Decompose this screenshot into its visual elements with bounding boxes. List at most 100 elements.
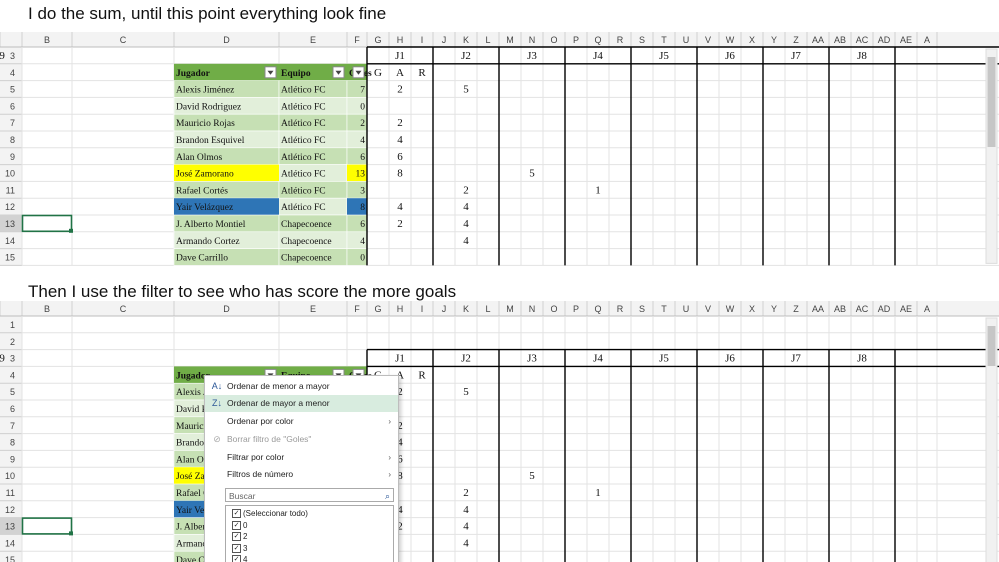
column-header-v: V [705, 35, 711, 45]
filter-menu-item-1[interactable]: A↓ Ordenar de menor a mayor [205, 378, 398, 395]
column-header-p: P [573, 304, 579, 314]
row-header-4: 4 [10, 370, 15, 380]
column-header-q: Q [594, 35, 601, 45]
player-name: Rafael Cortés [176, 185, 228, 196]
player-goals: 2 [360, 119, 365, 129]
column-header-o: O [550, 304, 557, 314]
score-g: 4 [397, 201, 403, 213]
player-team: Atlético FC [281, 86, 326, 96]
column-header-k: K [463, 304, 469, 314]
score-g: 2 [397, 117, 403, 129]
search-icon: ⌕ [384, 491, 390, 501]
column-header-t: T [661, 35, 667, 45]
column-header-ac: AC [856, 35, 869, 45]
column-header-b: B [44, 35, 50, 45]
player-name: David Rodriguez [176, 102, 241, 112]
row-header-14: 14 [5, 236, 15, 246]
player-goals: 13 [356, 170, 366, 180]
score-g: 2 [397, 84, 403, 96]
player-goals: 4 [360, 237, 365, 247]
row-header-12: 12 [5, 202, 15, 212]
table-header-equipo: Equipo [281, 69, 311, 79]
filter-checkbox-item[interactable]: ✓ (Seleccionar todo) [232, 508, 308, 519]
player-name: J. Alberto Montiel [176, 220, 246, 230]
player-goals: 6 [360, 220, 365, 230]
score-j2: 2 [463, 184, 469, 196]
column-header-c: C [120, 304, 127, 314]
player-team: Chapecoence [281, 254, 332, 264]
row-header-14: 14 [5, 538, 15, 548]
column-header-q: Q [594, 304, 601, 314]
score-j2: 4 [463, 504, 469, 516]
filter-menu-item-4[interactable]: ⊘ Borrar filtro de "Goles" [205, 431, 398, 448]
player-goals: 0 [360, 102, 365, 112]
row-header-10: 10 [5, 471, 15, 481]
chevron-right-icon: › [388, 453, 391, 462]
caption-top: I do the sum, until this point everythin… [28, 4, 387, 23]
column-header-c: C [120, 35, 127, 45]
spreadsheet-bottom: B C D E F G H I J K L M N O P Q R S T U V W X Y Z AA AB AC AD AE A 1 2 3 4… [0, 301, 999, 562]
row-header-5: 5 [10, 387, 15, 397]
score-g: 6 [397, 151, 403, 163]
filter-value-list: ✓ (Seleccionar todo) ✓ 0 ✓ 2 ✓ 3 ✓ 4 [225, 505, 394, 562]
jornada-header-9: J9 [0, 353, 5, 365]
filter-menu-item-5[interactable]: Filtrar por color › [205, 449, 398, 466]
checkbox-checked-icon: ✓ [232, 543, 241, 553]
filter-checkbox-label: 3 [243, 543, 248, 553]
filter-menu-item-6[interactable]: Filtros de número › [205, 466, 398, 483]
column-header-ad: AD [878, 35, 891, 45]
jornada-header-5: J5 [659, 353, 669, 365]
score-g: 8 [397, 168, 403, 180]
column-header-ac: AC [856, 304, 869, 314]
column-header-aa: AA [812, 35, 824, 45]
player-goals: 6 [360, 153, 365, 163]
jornada-header-4: J4 [593, 50, 603, 62]
score-j2: 4 [463, 235, 469, 247]
row-header-15: 15 [5, 555, 15, 562]
column-header-e: E [310, 304, 316, 314]
row-header-10: 10 [5, 169, 15, 179]
selected-cell [21, 517, 73, 535]
jornada-header-1: J1 [395, 353, 405, 365]
column-header-ab: AB [834, 35, 846, 45]
filter-checkbox-item[interactable]: ✓ 0 [232, 520, 247, 531]
jornada-header-3: J3 [527, 50, 537, 62]
jornada-header-3: J3 [527, 353, 537, 365]
player-name: Dave Carrillo [176, 254, 228, 264]
filter-search-input[interactable]: Buscar ⌕ [225, 488, 394, 502]
row-header-8: 8 [10, 438, 15, 448]
column-header-n: N [529, 35, 536, 45]
filter-checkbox-item[interactable]: ✓ 4 [232, 554, 247, 562]
filter-menu-item-2[interactable]: Z↓ Ordenar de mayor a menor [205, 395, 398, 412]
checkbox-checked-icon: ✓ [232, 555, 241, 562]
jornada-header-5: J5 [659, 50, 669, 62]
filter-checkbox-item[interactable]: ✓ 2 [232, 531, 247, 542]
sheet-grid-svg: B C D E F G H I J K L M N O P Q R S T U V W X Y Z AA AB AC AD AE A 3 4 5 6… [0, 32, 999, 266]
column-header-m: M [506, 35, 514, 45]
score-j3: 5 [529, 168, 535, 180]
chevron-right-icon: › [388, 417, 391, 426]
player-name: Alan Olmos [176, 153, 222, 163]
column-header-f: F [354, 35, 360, 45]
score-j2: 4 [463, 521, 469, 533]
jornada-header-7: J7 [791, 353, 801, 365]
score-g: 4 [397, 134, 403, 146]
column-header-j: J [442, 35, 447, 45]
column-header-z: Z [793, 35, 799, 45]
gar-label-r: R [418, 67, 426, 79]
column-header-y: Y [771, 304, 777, 314]
score-j2: 4 [463, 218, 469, 230]
player-team: Atlético FC [281, 203, 326, 213]
row-header-8: 8 [10, 135, 15, 145]
player-goals: 3 [360, 186, 365, 196]
column-header-aa: AA [812, 304, 824, 314]
player-name: Alexis Jiménez [176, 86, 234, 96]
column-header-s: S [639, 35, 645, 45]
filter-checkbox-item[interactable]: ✓ 3 [232, 543, 247, 554]
player-goals: 8 [360, 203, 365, 213]
filter-menu-item-3[interactable]: Ordenar por color › [205, 413, 398, 430]
score-j2: 5 [463, 84, 469, 96]
column-header-i: I [421, 304, 424, 314]
jornada-header-4: J4 [593, 353, 603, 365]
row-header-6: 6 [10, 101, 15, 111]
